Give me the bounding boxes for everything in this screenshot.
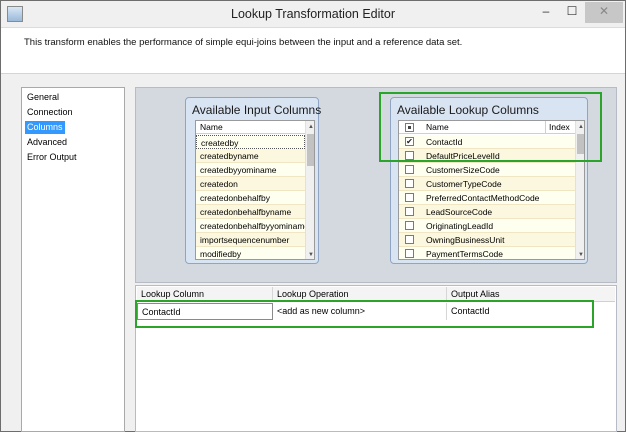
row-checkbox[interactable] bbox=[405, 249, 414, 258]
transform-description: This transform enables the performance o… bbox=[24, 37, 463, 48]
row-checkbox[interactable]: ✔ bbox=[405, 137, 414, 146]
nav-item-connection[interactable]: Connection bbox=[25, 106, 75, 119]
header-area: This transform enables the performance o… bbox=[1, 28, 625, 74]
list-item[interactable]: createdbyyominame bbox=[196, 163, 305, 177]
window-title: Lookup Transformation Editor bbox=[231, 7, 395, 21]
maximize-button[interactable]: ☐ bbox=[559, 2, 585, 23]
lookup-column-cell[interactable]: ContactId bbox=[137, 303, 273, 320]
lookup-columns-scrollbar[interactable]: ▲ ▼ bbox=[575, 121, 584, 259]
table-row[interactable]: DefaultPriceLevelId bbox=[399, 149, 575, 163]
scroll-thumb[interactable] bbox=[577, 134, 584, 154]
lookup-operation-header[interactable]: Lookup Operation bbox=[273, 287, 447, 302]
input-columns-scrollbar[interactable]: ▲ ▼ bbox=[305, 121, 314, 259]
table-row[interactable]: CustomerSizeCode bbox=[399, 163, 575, 177]
minimize-button[interactable]: – bbox=[533, 2, 559, 23]
list-item[interactable]: importsequencenumber bbox=[196, 233, 305, 247]
close-button[interactable]: ✕ bbox=[585, 2, 623, 23]
list-item[interactable]: createdon bbox=[196, 177, 305, 191]
title-bar: Lookup Transformation Editor – ☐ ✕ bbox=[1, 1, 625, 28]
list-item[interactable]: createdbyname bbox=[196, 149, 305, 163]
table-row[interactable]: OriginatingLeadId bbox=[399, 219, 575, 233]
table-row[interactable]: PreferredContactMethodCode bbox=[399, 191, 575, 205]
output-alias-header[interactable]: Output Alias bbox=[447, 287, 615, 302]
table-row[interactable]: ContactId <add as new column> ContactId bbox=[137, 303, 615, 320]
nav-item-general[interactable]: General bbox=[25, 91, 61, 104]
row-checkbox[interactable] bbox=[405, 179, 414, 188]
list-item[interactable]: createdby bbox=[196, 135, 305, 149]
list-item[interactable]: createdonbehalfby bbox=[196, 191, 305, 205]
available-input-columns-box[interactable]: Available Input Columns Name createdby c… bbox=[185, 97, 322, 264]
page-navigation: General Connection Columns Advanced Erro… bbox=[21, 87, 125, 432]
scroll-thumb[interactable] bbox=[307, 134, 314, 166]
list-item[interactable]: createdonbehalfbyname bbox=[196, 205, 305, 219]
table-row[interactable]: PaymentTermsCode bbox=[399, 247, 575, 259]
list-item[interactable]: createdonbehalfbyyominame bbox=[196, 219, 309, 233]
nav-item-error-output[interactable]: Error Output bbox=[25, 151, 79, 164]
lookup-name-header[interactable]: Name bbox=[426, 121, 449, 134]
table-row[interactable]: LeadSourceCode bbox=[399, 205, 575, 219]
table-row[interactable]: OwningBusinessUnit bbox=[399, 233, 575, 247]
list-item[interactable]: modifiedby bbox=[196, 247, 305, 259]
scroll-down-icon[interactable]: ▼ bbox=[306, 249, 314, 259]
row-checkbox[interactable] bbox=[405, 235, 414, 244]
lookup-columns-grid: Name Index ✔ ContactId DefaultPriceLevel… bbox=[398, 120, 585, 260]
row-checkbox[interactable] bbox=[405, 193, 414, 202]
row-checkbox[interactable] bbox=[405, 151, 414, 160]
input-columns-grid: Name createdby createdbyname createdbyyo… bbox=[195, 120, 315, 260]
lookup-column-header[interactable]: Lookup Column bbox=[137, 287, 273, 302]
table-row[interactable]: ✔ ContactId bbox=[399, 135, 575, 149]
scroll-up-icon[interactable]: ▲ bbox=[576, 121, 584, 133]
available-lookup-columns-box[interactable]: Available Lookup Columns Name Index ✔ Co… bbox=[390, 97, 588, 264]
scroll-down-icon[interactable]: ▼ bbox=[576, 249, 584, 259]
lookup-index-header[interactable]: Index bbox=[545, 121, 570, 134]
select-all-checkbox[interactable] bbox=[405, 123, 414, 132]
scroll-up-icon[interactable]: ▲ bbox=[306, 121, 314, 133]
mapping-table-header: Lookup Column Lookup Operation Output Al… bbox=[137, 287, 615, 302]
row-checkbox[interactable] bbox=[405, 165, 414, 174]
table-row[interactable]: CustomerTypeCode bbox=[399, 177, 575, 191]
nav-item-columns[interactable]: Columns bbox=[25, 121, 65, 134]
lookup-columns-title: Available Lookup Columns bbox=[397, 103, 539, 117]
nav-item-advanced[interactable]: Advanced bbox=[25, 136, 69, 149]
lookup-grid-header: Name Index bbox=[399, 121, 575, 134]
row-checkbox[interactable] bbox=[405, 207, 414, 216]
lookup-operation-cell[interactable]: <add as new column> bbox=[273, 303, 447, 320]
row-checkbox[interactable] bbox=[405, 221, 414, 230]
output-alias-cell[interactable]: ContactId bbox=[447, 303, 615, 320]
input-name-header[interactable]: Name bbox=[196, 121, 305, 134]
input-columns-title: Available Input Columns bbox=[192, 103, 322, 117]
